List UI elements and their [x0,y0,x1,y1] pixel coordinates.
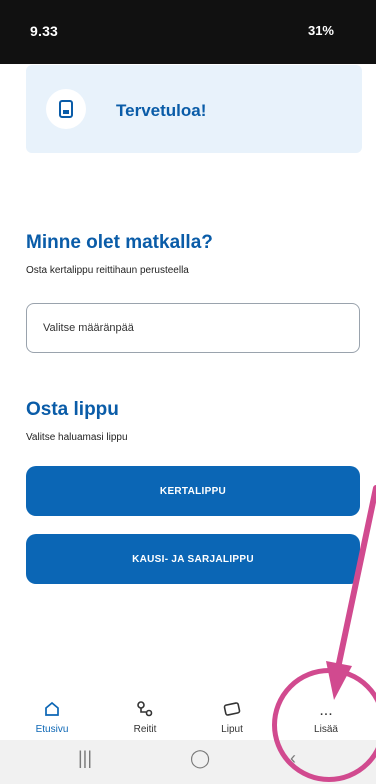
destination-heading: Minne olet matkalla? [26,232,213,253]
nav-routes-label: Reitit [133,724,157,735]
destination-input[interactable]: Valitse määränpää [26,303,360,353]
nav-home-label: Etusivu [35,724,69,735]
destination-subtitle: Osta kertalippu reittihaun perusteella [26,265,189,276]
recent-apps-icon[interactable]: ||| [78,748,92,769]
ticket-machine-icon [46,89,86,129]
status-time: 9.33 [30,23,59,39]
welcome-card: Tervetuloa! [26,65,362,153]
nav-home[interactable]: Etusivu [22,700,82,735]
tickets-icon [202,700,262,722]
nav-tickets-label: Liput [221,724,243,735]
home-icon [22,700,82,722]
battery-percentage: 31% [307,23,334,38]
nav-tickets[interactable]: Liput [202,700,262,735]
home-button-icon[interactable]: ◯ [190,748,210,769]
nav-routes[interactable]: Reitit [115,700,175,735]
destination-placeholder: Valitse määränpää [43,322,134,334]
single-ticket-button[interactable]: KERTALIPPU [26,466,360,516]
status-icons: 31% [308,23,334,38]
routes-icon [115,700,175,722]
buy-ticket-subtitle: Valitse haluamasi lippu [26,432,128,443]
season-ticket-button[interactable]: KAUSI- JA SARJALIPPU [26,534,360,584]
status-bar: 9.33 31% [0,0,376,64]
welcome-title: Tervetuloa! [116,101,207,120]
buy-ticket-heading: Osta lippu [26,399,119,420]
annotation-circle [272,668,376,782]
